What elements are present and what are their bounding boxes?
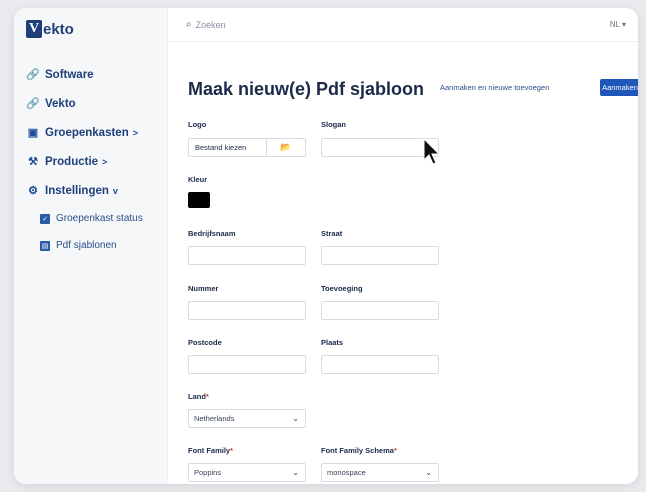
chevron-down-icon: ⌄ (292, 414, 299, 423)
sidebar: V ekto 🔗 Software 🔗 Vekto ▣ Groepenkaste… (14, 8, 168, 484)
font-family-label-text: Font Family (188, 446, 231, 455)
logo-mark: V (26, 20, 42, 38)
sidebar-item-groepenkasten[interactable]: ▣ Groepenkasten > (26, 118, 166, 147)
file-icon: ▤ (40, 240, 50, 251)
slogan-input[interactable] (321, 138, 439, 157)
mouse-pointer-icon (423, 138, 441, 165)
addition-label: Toevoeging (321, 284, 363, 293)
number-input[interactable] (188, 301, 306, 320)
font-schema-label-text: Font Family Schema (321, 446, 394, 455)
chevron-down-icon: ⌄ (292, 468, 299, 477)
choose-file-button[interactable]: Bestand kiezen (188, 138, 266, 157)
sidebar-item-vekto[interactable]: 🔗 Vekto (26, 89, 166, 118)
color-swatch[interactable] (188, 192, 210, 208)
color-label: Kleur (188, 175, 208, 184)
sidebar-item-label: Software (45, 68, 94, 81)
country-label: Land* (188, 392, 209, 401)
city-label: Plaats (321, 338, 344, 347)
sidebar-item-productie[interactable]: ⚒ Productie > (26, 147, 166, 176)
sidebar-subitem-pdf-sjablonen[interactable]: ▤ Pdf sjablonen (26, 232, 166, 259)
checkbox-icon: ✓ (40, 213, 50, 224)
country-select[interactable]: Netherlands ⌄ (188, 409, 306, 428)
sidebar-subitem-label: Pdf sjablonen (56, 240, 117, 251)
sidebar-item-instellingen[interactable]: ⚙ Instellingen v (26, 176, 166, 205)
search-input[interactable]: ⌕ Zoeken (186, 19, 226, 30)
logo-file-input[interactable]: Bestand kiezen 📂 (188, 138, 306, 157)
required-mark: * (230, 446, 234, 455)
sidebar-nav: 🔗 Software 🔗 Vekto ▣ Groepenkasten > ⚒ P… (26, 60, 166, 259)
font-schema-select[interactable]: monospace ⌄ (321, 463, 439, 482)
sidebar-item-label: Vekto (45, 97, 76, 110)
country-label-text: Land (188, 392, 206, 401)
font-schema-select-value: monospace (327, 468, 366, 477)
create-button[interactable]: Aanmaken (600, 79, 638, 96)
chevron-right-icon: > (132, 127, 138, 138)
link-icon: 🔗 (26, 69, 40, 81)
company-input[interactable] (188, 246, 306, 265)
box-icon: ▣ (27, 127, 39, 139)
country-select-value: Netherlands (194, 414, 235, 423)
font-schema-label: Font Family Schema* (321, 446, 397, 455)
addition-input[interactable] (321, 301, 439, 320)
search-icon: ⌕ (186, 19, 192, 30)
chevron-down-icon: ⌄ (425, 468, 432, 477)
language-select[interactable]: NL ▾ (610, 20, 626, 29)
gear-icon: ⚙ (28, 185, 38, 197)
required-mark: * (393, 446, 397, 455)
sidebar-subitem-label: Groepenkast status (56, 213, 143, 224)
font-family-select[interactable]: Poppins ⌄ (188, 463, 306, 482)
search-placeholder: Zoeken (195, 19, 226, 30)
font-family-select-value: Poppins (194, 468, 222, 477)
company-label: Bedrijfsnaam (188, 229, 236, 238)
logo[interactable]: V ekto (26, 18, 74, 40)
slogan-label: Slogan (321, 120, 347, 129)
chevron-right-icon: > (102, 156, 108, 167)
street-label: Straat (321, 229, 343, 238)
number-label: Nummer (188, 284, 219, 293)
sidebar-item-label: Instellingen (45, 184, 109, 197)
sidebar-subitem-groepenkast-status[interactable]: ✓ Groepenkast status (26, 205, 166, 232)
city-input[interactable] (321, 355, 439, 374)
main-content: Maak nieuw(e) Pdf sjabloon Aanmaken en n… (168, 42, 638, 484)
postcode-label: Postcode (188, 338, 222, 347)
font-family-label: Font Family* (188, 446, 233, 455)
topbar: ⌕ Zoeken NL ▾ (168, 8, 638, 42)
page-title: Maak nieuw(e) Pdf sjabloon (188, 79, 425, 99)
postcode-input[interactable] (188, 355, 306, 374)
chevron-down-icon: v (112, 185, 118, 196)
tools-icon: ⚒ (28, 156, 38, 168)
street-input[interactable] (321, 246, 439, 265)
logo-label: Logo (188, 120, 207, 129)
sidebar-item-label: Productie (45, 155, 99, 168)
link-icon: 🔗 (26, 98, 40, 110)
required-mark: * (205, 392, 209, 401)
logo-text: ekto (43, 20, 74, 38)
app-window: V ekto 🔗 Software 🔗 Vekto ▣ Groepenkaste… (14, 8, 638, 484)
sidebar-item-label: Groepenkasten (45, 126, 129, 139)
create-and-add-button[interactable]: Aanmaken en nieuwe toevoegen (440, 83, 549, 92)
folder-icon[interactable]: 📂 (266, 138, 306, 157)
sidebar-item-software[interactable]: 🔗 Software (26, 60, 166, 89)
